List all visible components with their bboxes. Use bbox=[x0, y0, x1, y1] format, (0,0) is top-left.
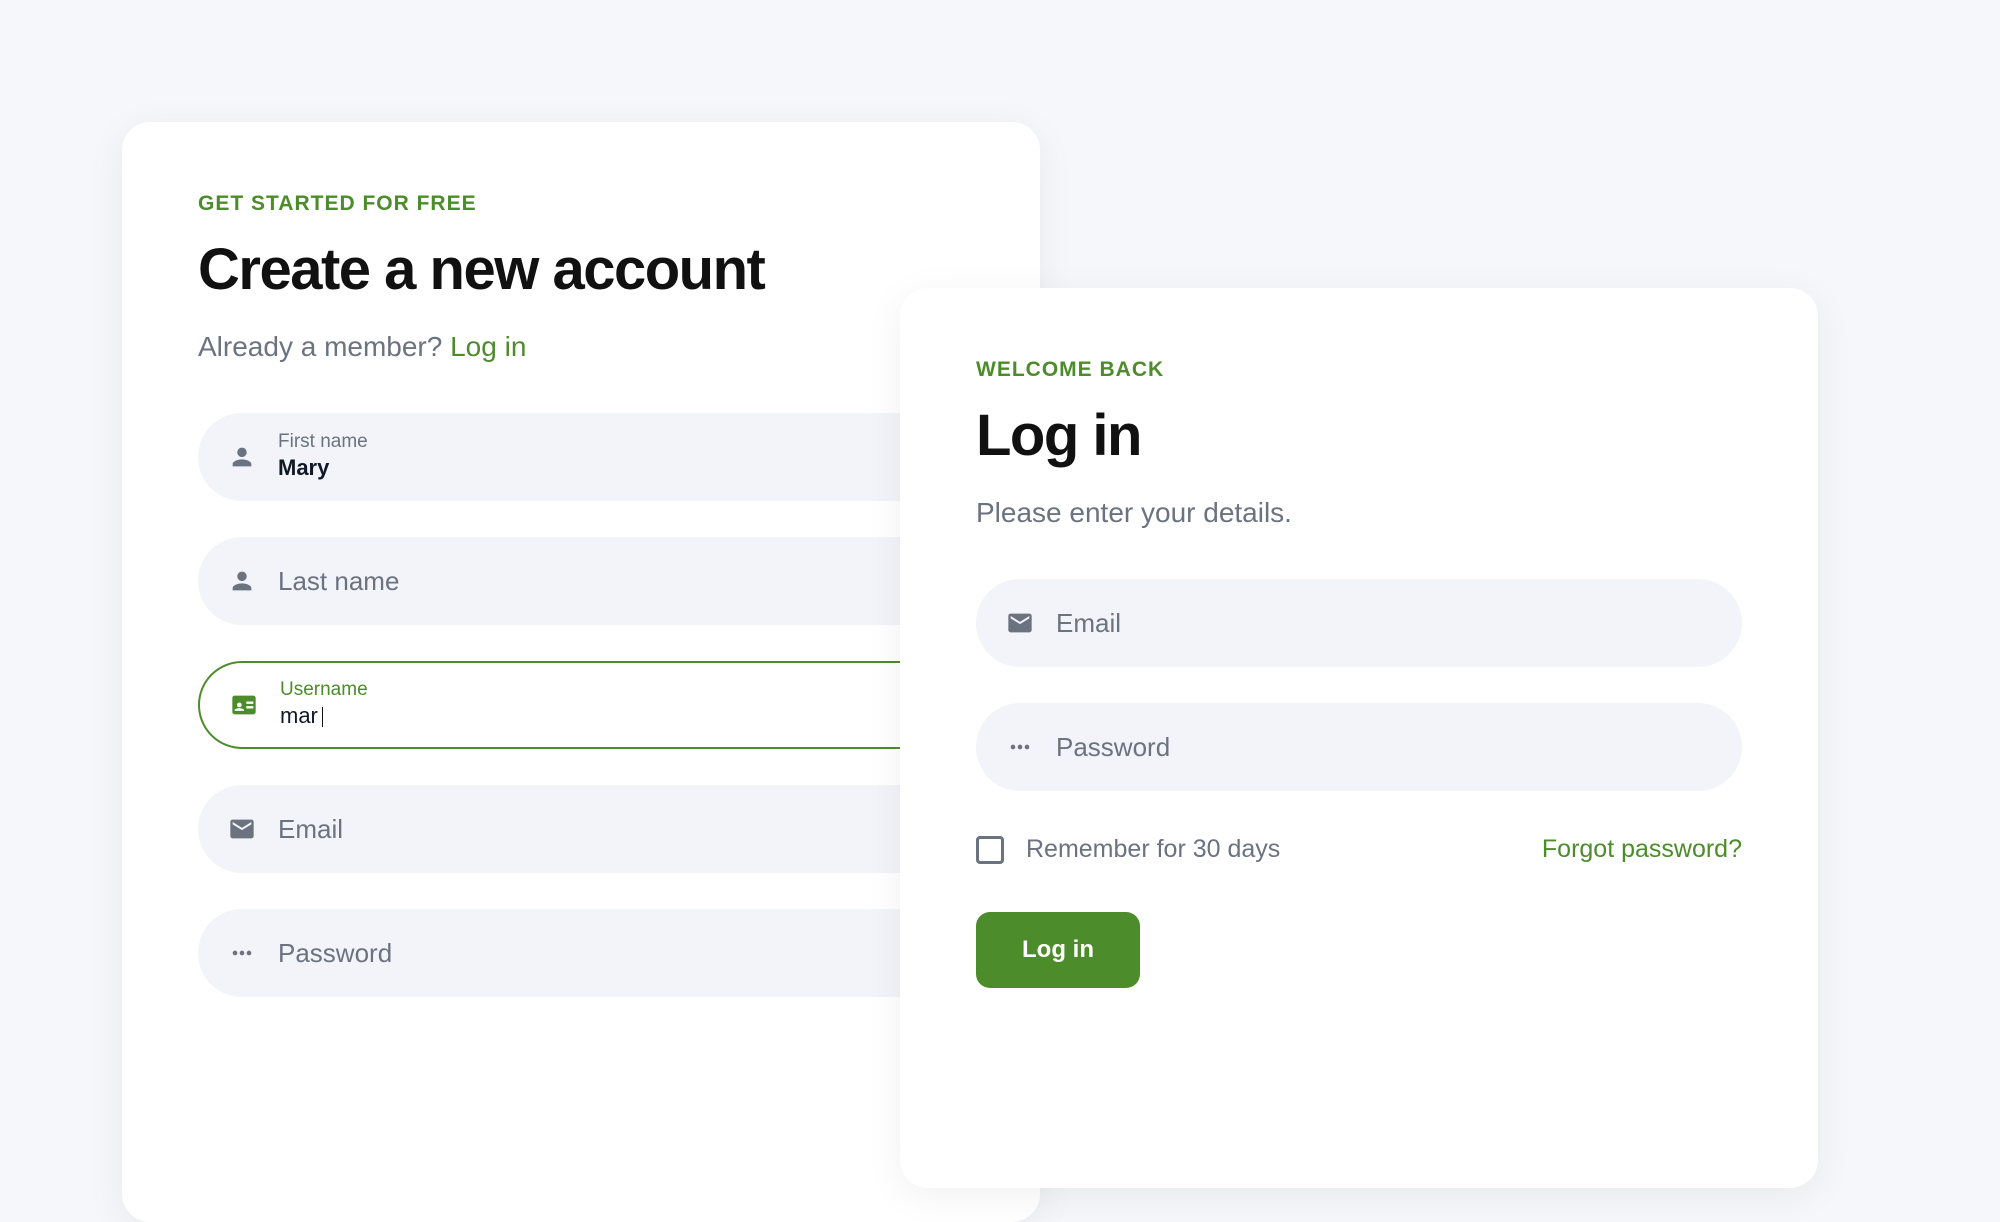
id-card-icon bbox=[230, 691, 258, 719]
signup-email-placeholder: Email bbox=[278, 814, 934, 845]
login-email-placeholder: Email bbox=[1056, 608, 1712, 639]
login-card: WELCOME BACK Log in Please enter your de… bbox=[900, 288, 1818, 1188]
username-field[interactable]: Username mar bbox=[198, 661, 964, 749]
username-value: mar bbox=[280, 702, 932, 731]
first-name-field[interactable]: First name Mary bbox=[198, 413, 964, 501]
first-name-label: First name bbox=[278, 431, 934, 454]
signup-email-field[interactable]: Email bbox=[198, 785, 964, 873]
login-eyebrow: WELCOME BACK bbox=[976, 358, 1742, 382]
login-title: Log in bbox=[976, 402, 1742, 469]
login-fields: Email Password bbox=[976, 579, 1742, 791]
username-label: Username bbox=[280, 679, 932, 702]
cursor bbox=[322, 707, 323, 727]
mail-icon bbox=[228, 815, 256, 843]
dots-icon bbox=[1006, 733, 1034, 761]
login-password-placeholder: Password bbox=[1056, 732, 1712, 763]
last-name-placeholder: Last name bbox=[278, 566, 934, 597]
forgot-password-link[interactable]: Forgot password? bbox=[1542, 835, 1742, 864]
person-icon bbox=[228, 443, 256, 471]
remember-checkbox-row[interactable]: Remember for 30 days bbox=[976, 835, 1280, 864]
login-options-row: Remember for 30 days Forgot password? bbox=[976, 835, 1742, 864]
dots-icon bbox=[228, 939, 256, 967]
last-name-field[interactable]: Last name bbox=[198, 537, 964, 625]
signup-password-field[interactable]: Password bbox=[198, 909, 964, 997]
signup-subtext: Already a member? Log in bbox=[198, 331, 964, 363]
signup-eyebrow: GET STARTED FOR FREE bbox=[198, 192, 964, 216]
remember-label: Remember for 30 days bbox=[1026, 835, 1280, 864]
login-submit-button[interactable]: Log in bbox=[976, 912, 1140, 988]
signup-title: Create a new account bbox=[198, 236, 964, 303]
first-name-value: Mary bbox=[278, 454, 934, 483]
login-subtext: Please enter your details. bbox=[976, 497, 1742, 529]
login-link[interactable]: Log in bbox=[450, 331, 526, 362]
login-email-field[interactable]: Email bbox=[976, 579, 1742, 667]
person-icon bbox=[228, 567, 256, 595]
signup-sub-prefix: Already a member? bbox=[198, 331, 450, 362]
signup-fields: First name Mary Last name Username mar bbox=[198, 413, 964, 997]
login-password-field[interactable]: Password bbox=[976, 703, 1742, 791]
mail-icon bbox=[1006, 609, 1034, 637]
remember-checkbox[interactable] bbox=[976, 836, 1004, 864]
signup-password-placeholder: Password bbox=[278, 938, 934, 969]
